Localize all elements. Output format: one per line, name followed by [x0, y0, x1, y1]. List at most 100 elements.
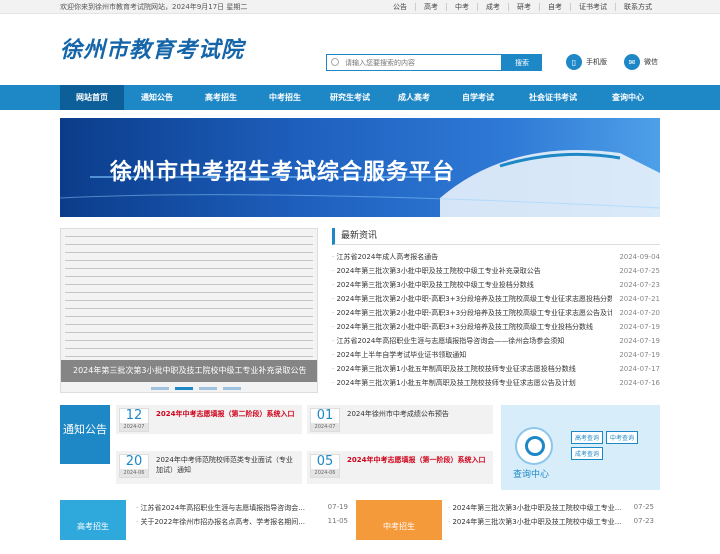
- news-title[interactable]: 2024年第三批次第3小批中职及技工院校中级工专业补充录取公告: [332, 266, 540, 276]
- search-box: 搜索: [326, 54, 542, 71]
- list-item[interactable]: 关于2022年徐州市招办报名点高考、学考报名期间...11-05: [136, 517, 348, 531]
- wechat-link[interactable]: ✉ 微信: [624, 54, 658, 70]
- nav-adult[interactable]: 成人高考: [382, 85, 446, 110]
- news-date: 2024-07-19: [619, 323, 660, 331]
- notice-date: 01 2024-07: [310, 408, 340, 432]
- nav-zhongkao[interactable]: 中考招生: [252, 85, 318, 110]
- top-link-chengkao[interactable]: 成考: [477, 2, 508, 11]
- wechat-label: 微信: [644, 58, 658, 66]
- nav-self-study[interactable]: 自学考试: [446, 85, 510, 110]
- top-link-yankao[interactable]: 研考: [508, 2, 539, 11]
- news-date: 2024-07-21: [619, 295, 660, 303]
- news-title[interactable]: 江苏省2024年高招职业生涯与志愿填报指导咨询会——徐州会场参会须知: [332, 336, 564, 346]
- magnifier-icon[interactable]: [515, 427, 553, 465]
- top-link-certificate[interactable]: 证书考试: [570, 2, 615, 11]
- top-bar: 欢迎你来到徐州市教育考试院网站，2024年9月17日 星期二 公告 高考 中考 …: [0, 0, 720, 14]
- mobile-link[interactable]: ▯ 手机版: [566, 54, 607, 70]
- news-date: 2024-07-25: [619, 267, 660, 275]
- news-title[interactable]: 2024年第三批次第2小批中职-高职3+3分段培养及技工院校高级工专业征求志愿投…: [332, 294, 612, 304]
- gaokao-list: 江苏省2024年高招职业生涯与志愿填报指导咨询会...07-19 关于2022年…: [136, 503, 348, 531]
- notice-date: 20 2024-06: [119, 454, 149, 478]
- query-center: 查询中心 高考查询 中考查询 成考查询: [501, 405, 660, 490]
- news-title[interactable]: 2024年第三批次第2小批中职-高职3+3分段培养及技工院校高级工专业投档分数线: [332, 322, 593, 332]
- search-icon: [331, 58, 339, 66]
- photo-caption[interactable]: 2024年第三批次第3小批中职及技工院校中级工专业补充录取公告: [61, 360, 317, 382]
- top-link-zhongkao[interactable]: 中考: [446, 2, 477, 11]
- zhongkao-list: 2024年第三批次第3小批中职及技工院校中级工专业...07-25 2024年第…: [448, 503, 654, 531]
- news-date: 2024-07-16: [619, 379, 660, 387]
- top-links: 公告 高考 中考 成考 研考 自考 证书考试 联系方式: [385, 2, 660, 11]
- news-photo-slider[interactable]: 2024年第三批次第3小批中职及技工院校中级工专业补充录取公告: [60, 228, 318, 393]
- slider-dot-active[interactable]: [175, 387, 193, 390]
- notice-title[interactable]: 2024年中考志愿填报（第二阶段）系统入口: [156, 409, 298, 419]
- list-item[interactable]: 江苏省2024年高招职业生涯与志愿填报指导咨询会...07-19: [136, 503, 348, 517]
- news-title[interactable]: 2024年第三批次第1小批五年制高职及技工院校技师专业征求志愿公告及计划: [332, 378, 575, 388]
- zhongkao-section-tag[interactable]: 中考招生: [356, 500, 442, 540]
- notice-item[interactable]: 01 2024-07 2024年徐州市中考成绩公布预告: [307, 405, 493, 434]
- search-button[interactable]: 搜索: [502, 54, 542, 71]
- nav-notice[interactable]: 通知公告: [124, 85, 190, 110]
- notice-title[interactable]: 2024年中考师范院校师范类专业面试（专业加试）通知: [156, 455, 298, 475]
- news-title[interactable]: 2024年第三批次第2小批中职-高职3+3分段培养及技工院校高级工专业征求志愿公…: [332, 308, 612, 318]
- news-item[interactable]: 江苏省2024年高招职业生涯与志愿填报指导咨询会——徐州会场参会须知 2024-0…: [332, 334, 660, 348]
- banner[interactable]: 徐州市中考招生考试综合服务平台: [60, 118, 660, 217]
- nav-home[interactable]: 网站首页: [60, 85, 124, 110]
- query-center-label[interactable]: 查询中心: [513, 467, 549, 480]
- banner-title: 徐州市中考招生考试综合服务平台: [110, 160, 456, 185]
- zhongkao-query-button[interactable]: 中考查询: [606, 431, 639, 444]
- list-item[interactable]: 2024年第三批次第3小批中职及技工院校中级工专业...07-23: [448, 517, 654, 531]
- news-title[interactable]: 2024年第三批次第3小批中职及技工院校中级工专业投档分数线: [332, 280, 533, 290]
- wechat-icon: ✉: [624, 54, 640, 70]
- gaokao-query-button[interactable]: 高考查询: [571, 431, 604, 444]
- welcome-text: 欢迎你来到徐州市教育考试院网站，2024年9月17日 星期二: [60, 2, 248, 11]
- nav-gaokao[interactable]: 高考招生: [190, 85, 252, 110]
- news-item[interactable]: 2024年第三批次第2小批中职-高职3+3分段培养及技工院校高级工专业征求志愿公…: [332, 306, 660, 320]
- news-item[interactable]: 2024年第三批次第2小批中职-高职3+3分段培养及技工院校高级工专业投档分数线…: [332, 320, 660, 334]
- notice-label[interactable]: 通知公告: [60, 405, 110, 464]
- slider-dot[interactable]: [151, 387, 169, 390]
- news-date: 2024-07-19: [619, 337, 660, 345]
- slider-dot[interactable]: [199, 387, 217, 390]
- top-link-gaokao[interactable]: 高考: [415, 2, 446, 11]
- notice-date: 12 2024-07: [119, 408, 149, 432]
- nav-graduate[interactable]: 研究生考试: [318, 85, 382, 110]
- slider-dot[interactable]: [223, 387, 241, 390]
- nav-query[interactable]: 查询中心: [596, 85, 660, 110]
- notice-item[interactable]: 05 2024-06 2024年中考志愿填报（第一阶段）系统入口: [307, 451, 493, 484]
- news-item[interactable]: 2024年第三批次第2小批中职-高职3+3分段培养及技工院校高级工专业征求志愿投…: [332, 292, 660, 306]
- news-item[interactable]: 2024年第三批次第3小批中职及技工院校中级工专业投档分数线 2024-07-23: [332, 278, 660, 292]
- notice-item[interactable]: 20 2024-06 2024年中考师范院校师范类专业面试（专业加试）通知: [116, 451, 302, 484]
- news-item[interactable]: 江苏省2024年成人高考报名通告 2024-09-04: [332, 250, 660, 264]
- news-item[interactable]: 2024年上半年自学考试毕业证书领取通知 2024-07-19: [332, 348, 660, 362]
- top-link-announcement[interactable]: 公告: [385, 3, 415, 11]
- news-date: 2024-07-23: [619, 281, 660, 289]
- nav-certificate[interactable]: 社会证书考试: [510, 85, 596, 110]
- slider-dots: [151, 387, 241, 390]
- gaokao-section-tag[interactable]: 高考招生: [60, 500, 126, 540]
- notice-title[interactable]: 2024年徐州市中考成绩公布预告: [347, 409, 489, 419]
- news-date: 2024-07-20: [619, 309, 660, 317]
- site-logo[interactable]: 徐州市教育考试院: [60, 32, 244, 64]
- news-item[interactable]: 2024年第三批次第1小批五年制高职及技工院校技师专业征求志愿投档分数线 2024…: [332, 362, 660, 376]
- news-date: 2024-09-04: [619, 253, 660, 261]
- latest-news-heading: 最新资讯: [332, 228, 660, 245]
- chengkao-query-button[interactable]: 成考查询: [571, 447, 604, 460]
- search-input[interactable]: [326, 54, 502, 71]
- latest-news: 最新资讯 江苏省2024年成人高考报名通告 2024-09-04 2024年第三批次…: [332, 228, 660, 390]
- news-item[interactable]: 2024年第三批次第1小批五年制高职及技工院校技师专业征求志愿公告及计划 2024…: [332, 376, 660, 390]
- top-link-contact[interactable]: 联系方式: [615, 2, 660, 11]
- news-item[interactable]: 2024年第三批次第3小批中职及技工院校中级工专业补充录取公告 2024-07-2…: [332, 264, 660, 278]
- main-nav: 网站首页 通知公告 高考招生 中考招生 研究生考试 成人高考 自学考试 社会证书…: [0, 85, 720, 110]
- news-date: 2024-07-19: [619, 351, 660, 359]
- notice-title[interactable]: 2024年中考志愿填报（第一阶段）系统入口: [347, 455, 489, 465]
- news-list: 江苏省2024年成人高考报名通告 2024-09-04 2024年第三批次第3小批中…: [332, 250, 660, 390]
- mobile-icon: ▯: [566, 54, 582, 70]
- mobile-label: 手机版: [586, 58, 607, 66]
- header: 徐州市教育考试院 搜索 ▯ 手机版 ✉ 微信: [0, 14, 720, 84]
- news-title[interactable]: 江苏省2024年成人高考报名通告: [332, 252, 438, 262]
- news-title[interactable]: 2024年第三批次第1小批五年制高职及技工院校技师专业征求志愿投档分数线: [332, 364, 575, 374]
- notice-item[interactable]: 12 2024-07 2024年中考志愿填报（第二阶段）系统入口: [116, 405, 302, 434]
- list-item[interactable]: 2024年第三批次第3小批中职及技工院校中级工专业...07-25: [448, 503, 654, 517]
- news-title[interactable]: 2024年上半年自学考试毕业证书领取通知: [332, 350, 466, 360]
- top-link-zikao[interactable]: 自考: [539, 2, 570, 11]
